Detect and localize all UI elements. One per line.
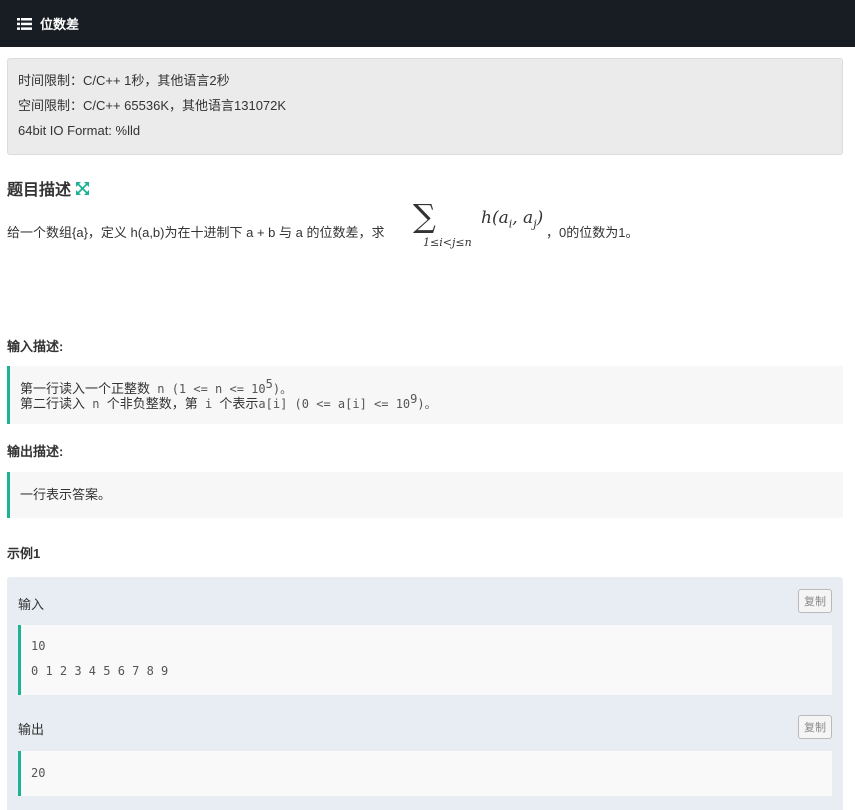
- space-limit: 空间限制：C/C++ 65536K，其他语言131072K: [18, 98, 287, 113]
- formula-body: h(ai, aj): [481, 208, 544, 231]
- example-input-label: 输入: [18, 597, 45, 612]
- input-line-2: 第二行读入 n 个非负整数，第 i 个表示a[i] (0 <= a[i] <= …: [20, 392, 437, 411]
- input-description-box: 第一行读入一个正整数 n (1 <= n <= 105)。 第二行读入 n 个非…: [7, 366, 843, 424]
- example-input-line: 10: [31, 639, 46, 653]
- example-title: 示例1: [7, 546, 41, 561]
- description-text-after: ，0的位数为1。: [546, 225, 639, 240]
- formula-subscript: 1≤i<j≤n: [423, 236, 472, 249]
- output-description-box: 一行表示答案。: [7, 472, 843, 518]
- description-body: 给一个数组{a}，定义 h(a,b)为在十进制下 a + b 与 a 的位数差，…: [7, 197, 847, 260]
- copy-input-button[interactable]: 复制: [798, 589, 832, 613]
- time-limit: 时间限制：C/C++ 1秒，其他语言2秒: [18, 73, 230, 88]
- output-description-text: 一行表示答案。: [20, 487, 112, 502]
- expand-arrows-icon[interactable]: [76, 181, 90, 195]
- input-line-1: 第一行读入一个正整数 n (1 <= n <= 105)。: [20, 377, 293, 396]
- output-description-title: 输出描述:: [7, 444, 64, 459]
- sum-formula: ∑ 1≤i<j≤n h(ai, aj): [411, 197, 551, 256]
- limits-panel: 时间限制：C/C++ 1秒，其他语言2秒 空间限制：C/C++ 65536K，其…: [7, 58, 843, 155]
- formula-sum-symbol: ∑: [413, 197, 436, 235]
- description-heading: 题目描述: [7, 176, 90, 200]
- example-output-code: 20: [18, 751, 832, 796]
- io-format: 64bit IO Format: %lld: [18, 123, 141, 138]
- example-input-line: 0 1 2 3 4 5 6 7 8 9: [31, 664, 169, 678]
- example-output-label: 输出: [18, 722, 45, 737]
- problem-title: 位数差: [40, 17, 80, 32]
- description-title: 题目描述: [7, 182, 72, 199]
- list-icon: [17, 17, 32, 30]
- example-output-line: 20: [31, 766, 46, 780]
- example-input-code: 10 0 1 2 3 4 5 6 7 8 9: [18, 625, 832, 695]
- top-bar: 位数差: [0, 0, 855, 47]
- input-description-title: 输入描述:: [7, 339, 64, 354]
- copy-output-button[interactable]: 复制: [798, 715, 832, 739]
- description-text-before: 给一个数组{a}，定义 h(a,b)为在十进制下 a + b 与 a 的位数差，…: [7, 225, 385, 240]
- example-panel: 输入 复制 10 0 1 2 3 4 5 6 7 8 9 输出 复制 20: [7, 577, 843, 810]
